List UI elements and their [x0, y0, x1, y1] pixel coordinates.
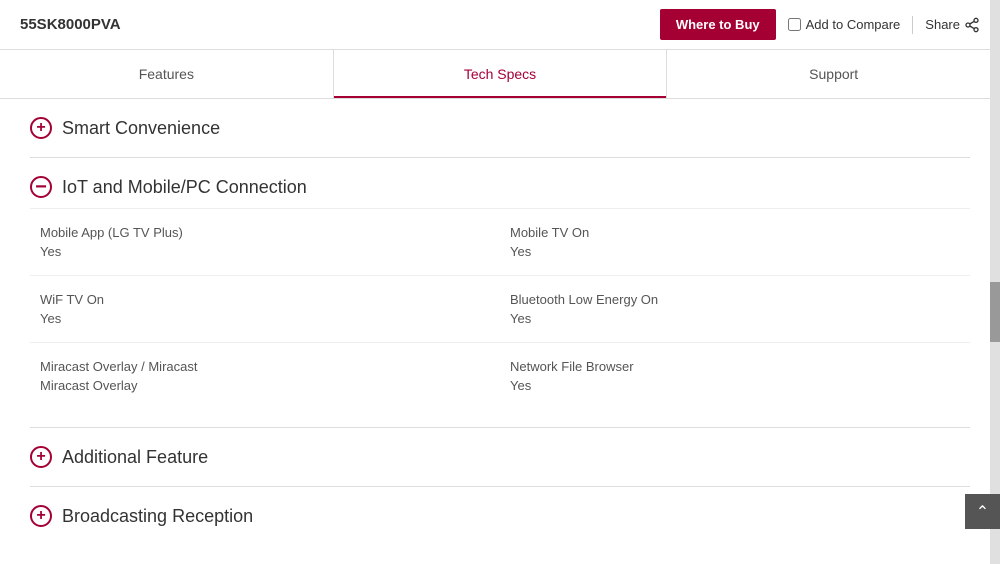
add-compare-checkbox[interactable]: [788, 18, 801, 31]
chevron-up-icon: ⌃: [976, 502, 989, 522]
spec-cell-right: Network File Browser Yes: [500, 359, 970, 393]
spec-label: Network File Browser: [510, 359, 960, 374]
spec-value: Yes: [510, 244, 960, 259]
section-smart-convenience-header[interactable]: + Smart Convenience: [30, 117, 970, 139]
tab-features-label: Features: [139, 66, 194, 82]
share-button[interactable]: Share: [925, 17, 980, 33]
toggle-minus-icon: −: [30, 176, 52, 198]
tab-support-label: Support: [809, 66, 858, 82]
tab-features[interactable]: Features: [0, 50, 334, 98]
scrollbar-track[interactable]: [990, 0, 1000, 564]
spec-cell-left: WiF TV On Yes: [30, 292, 500, 326]
spec-value: Yes: [40, 311, 490, 326]
section-broadcasting-header[interactable]: + Broadcasting Reception: [30, 505, 970, 527]
spec-cell-right: Bluetooth Low Energy On Yes: [500, 292, 970, 326]
share-icon: [964, 17, 980, 33]
section-additional-feature: + Additional Feature: [30, 428, 970, 487]
section-iot-mobile-header[interactable]: − IoT and Mobile/PC Connection: [30, 176, 970, 198]
spec-label: Mobile App (LG TV Plus): [40, 225, 490, 240]
spec-label: Mobile TV On: [510, 225, 960, 240]
add-compare-text: Add to Compare: [806, 17, 901, 32]
toggle-plus-icon: +: [30, 117, 52, 139]
section-additional-feature-title: Additional Feature: [62, 447, 208, 468]
section-iot-mobile: − IoT and Mobile/PC Connection Mobile Ap…: [30, 158, 970, 428]
spec-row: WiF TV On Yes Bluetooth Low Energy On Ye…: [30, 275, 970, 342]
spec-label: WiF TV On: [40, 292, 490, 307]
spec-rows-iot: Mobile App (LG TV Plus) Yes Mobile TV On…: [30, 208, 970, 409]
section-broadcasting-title: Broadcasting Reception: [62, 506, 253, 527]
header-right: Where to Buy Add to Compare Share: [660, 9, 980, 40]
tab-support[interactable]: Support: [667, 50, 1000, 98]
header-left: 55SK8000PVA: [20, 16, 121, 33]
tab-tech-specs[interactable]: Tech Specs: [334, 50, 668, 98]
section-smart-convenience: + Smart Convenience: [30, 99, 970, 158]
spec-row: Mobile App (LG TV Plus) Yes Mobile TV On…: [30, 208, 970, 275]
where-to-buy-button[interactable]: Where to Buy: [660, 9, 776, 40]
spec-value: Miracast Overlay: [40, 378, 490, 393]
spec-value: Yes: [40, 244, 490, 259]
toggle-plus-icon: +: [30, 446, 52, 468]
spec-label: Bluetooth Low Energy On: [510, 292, 960, 307]
section-iot-mobile-title: IoT and Mobile/PC Connection: [62, 177, 307, 198]
tab-tech-specs-label: Tech Specs: [464, 66, 536, 82]
spec-cell-right: Mobile TV On Yes: [500, 225, 970, 259]
toggle-plus-icon: +: [30, 505, 52, 527]
spec-label: Miracast Overlay / Miracast: [40, 359, 490, 374]
divider: [912, 16, 913, 34]
model-name: 55SK8000PVA: [20, 16, 121, 33]
add-compare-label[interactable]: Add to Compare: [788, 17, 901, 32]
share-label: Share: [925, 17, 960, 32]
spec-row: Miracast Overlay / Miracast Miracast Ove…: [30, 342, 970, 409]
page-wrapper: 55SK8000PVA Where to Buy Add to Compare …: [0, 0, 1000, 564]
spec-value: Yes: [510, 378, 960, 393]
spec-value: Yes: [510, 311, 960, 326]
header: 55SK8000PVA Where to Buy Add to Compare …: [0, 0, 1000, 50]
section-smart-convenience-title: Smart Convenience: [62, 118, 220, 139]
section-additional-feature-header[interactable]: + Additional Feature: [30, 446, 970, 468]
main-content: + Smart Convenience − IoT and Mobile/PC …: [10, 99, 990, 545]
spec-cell-left: Mobile App (LG TV Plus) Yes: [30, 225, 500, 259]
spec-cell-left: Miracast Overlay / Miracast Miracast Ove…: [30, 359, 500, 393]
nav-tabs: Features Tech Specs Support: [0, 50, 1000, 99]
scroll-up-button[interactable]: ⌃: [965, 494, 1000, 529]
scrollbar-thumb[interactable]: [990, 282, 1000, 342]
section-broadcasting: + Broadcasting Reception: [30, 487, 970, 545]
